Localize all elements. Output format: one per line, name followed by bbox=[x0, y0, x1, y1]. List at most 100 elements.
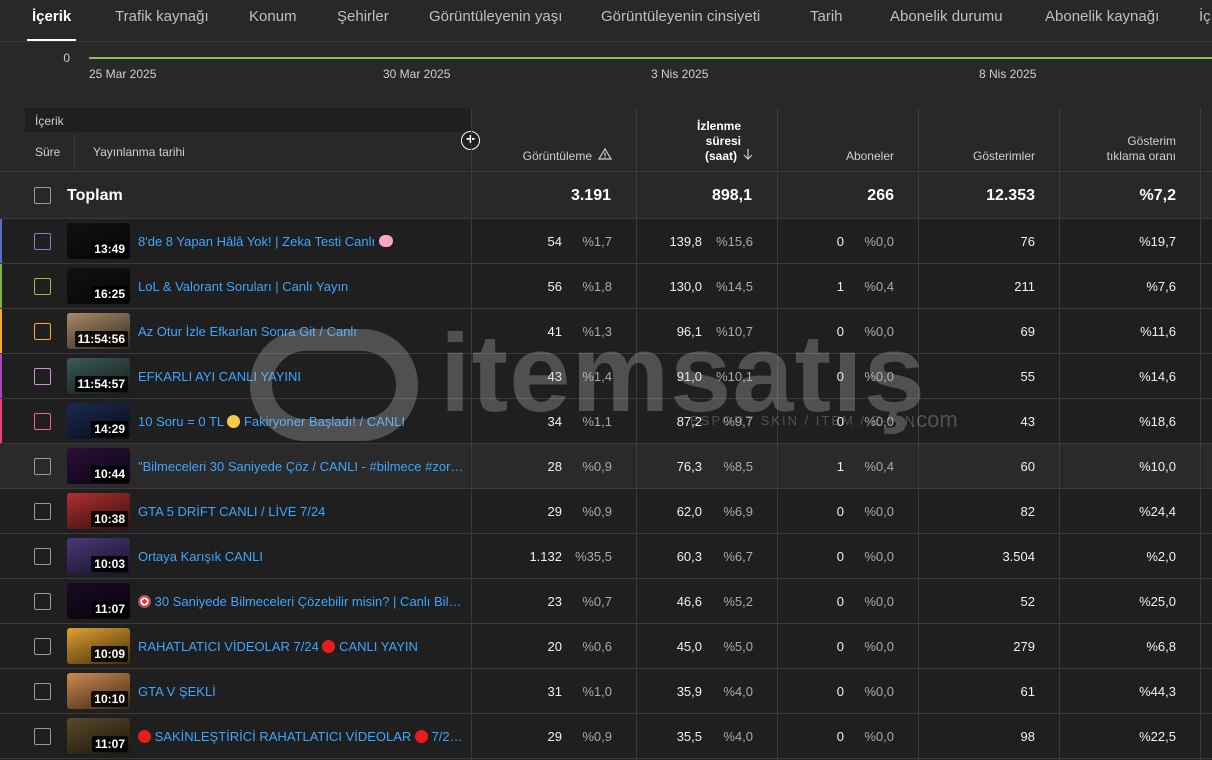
watch-time-value: 96,1 bbox=[676, 324, 702, 339]
video-thumbnail[interactable]: 11:07 bbox=[67, 718, 130, 754]
watch-time-percent: %6,7 bbox=[723, 549, 753, 564]
video-thumbnail[interactable]: 10:44 bbox=[67, 448, 130, 484]
video-thumbnail[interactable]: 11:07 bbox=[67, 583, 130, 619]
impressions-value: 52 bbox=[1020, 594, 1035, 609]
watch-time-value: 62,0 bbox=[676, 504, 702, 519]
tab-9[interactable]: İç bbox=[1199, 0, 1211, 41]
views-percent: %0,9 bbox=[582, 459, 612, 474]
table-row[interactable]: 11:54:56 Az Otur İzle Efkarlan Sonra Git … bbox=[0, 309, 1212, 354]
watch-time-header-line: İzlenme bbox=[696, 119, 741, 133]
subscribers-percent: %0,0 bbox=[864, 684, 894, 699]
row-checkbox[interactable] bbox=[34, 728, 51, 745]
row-checkbox[interactable] bbox=[34, 233, 51, 250]
video-title-link[interactable]: 10 Soru = 0 TL Fakiryoner Başladı! / CAN… bbox=[138, 399, 466, 444]
row-checkbox[interactable] bbox=[34, 323, 51, 340]
total-label: Toplam bbox=[67, 187, 123, 204]
tab-7[interactable]: Abonelik durumu bbox=[890, 0, 1003, 41]
video-title-link[interactable]: Ortaya Karışık CANLI bbox=[138, 534, 466, 579]
ctr-value: %2,0 bbox=[1146, 549, 1176, 564]
table-row[interactable]: 16:25 LoL & Valorant Soruları | Canlı Yay… bbox=[0, 264, 1212, 309]
video-title-link[interactable]: GTA V ŞEKLİ bbox=[138, 669, 466, 714]
dot-emoji-icon bbox=[322, 640, 336, 653]
watch-time-percent: %6,9 bbox=[723, 504, 753, 519]
video-thumbnail[interactable]: 10:38 bbox=[67, 493, 130, 529]
table-row[interactable]: 10:09 RAHATLATICI VİDEOLAR 7/24 CANLI YAY… bbox=[0, 624, 1212, 669]
video-title-link[interactable]: 30 Saniyede Bilmeceleri Çözebilir misin?… bbox=[138, 579, 466, 624]
video-title-link[interactable]: RAHATLATICI VİDEOLAR 7/24 CANLI YAYIN bbox=[138, 624, 466, 669]
row-checkbox[interactable] bbox=[34, 593, 51, 610]
video-title-link[interactable]: 8'de 8 Yapan Hâlâ Yok! | Zeka Testi Canl… bbox=[138, 219, 466, 264]
table-row[interactable]: 10:38 GTA 5 DRİFT CANLI / LİVE 7/24 29 %0,9… bbox=[0, 489, 1212, 534]
views-value: 28 bbox=[547, 459, 562, 474]
impressions-column-header[interactable]: Gösterimler bbox=[918, 108, 1059, 172]
video-duration-badge: 10:03 bbox=[91, 556, 128, 572]
ctr-column-header[interactable]: Gösterim tıklama oranı bbox=[1059, 108, 1200, 172]
watch-time-column-header[interactable]: İzlenme süresi (saat) bbox=[636, 108, 777, 172]
video-title-link[interactable]: Az Otur İzle Efkarlan Sonra Git / Canlı bbox=[138, 309, 466, 354]
table-row[interactable]: 13:49 8'de 8 Yapan Hâlâ Yok! | Zeka Testi… bbox=[0, 219, 1212, 264]
select-all-checkbox[interactable] bbox=[34, 187, 51, 204]
row-checkbox[interactable] bbox=[34, 548, 51, 565]
series-color-indicator bbox=[0, 309, 2, 353]
subscribers-percent: %0,0 bbox=[864, 369, 894, 384]
tab-1[interactable]: Trafik kaynağı bbox=[115, 0, 209, 41]
tab-4[interactable]: Görüntüleyenin yaşı bbox=[429, 0, 562, 41]
video-title-text: EFKARLI AYI CANLI YAYINI bbox=[138, 369, 302, 384]
table-row[interactable]: 10:03 Ortaya Karışık CANLI 1.132 %35,5 60,3%… bbox=[0, 534, 1212, 579]
row-checkbox[interactable] bbox=[34, 368, 51, 385]
row-checkbox[interactable] bbox=[34, 503, 51, 520]
table-row[interactable]: 10:44 "Bilmeceleri 30 Saniyede Çöz / CANL… bbox=[0, 444, 1212, 489]
tab-2[interactable]: Konum bbox=[249, 0, 297, 41]
views-value: 56 bbox=[547, 279, 562, 294]
subscribers-column-header[interactable]: Aboneler bbox=[777, 108, 918, 172]
tab-3[interactable]: Şehirler bbox=[337, 0, 389, 41]
video-duration-badge: 10:38 bbox=[91, 511, 128, 527]
video-title-link[interactable]: EFKARLI AYI CANLI YAYINI bbox=[138, 354, 466, 399]
watch-time-value: 35,5 bbox=[676, 729, 702, 744]
column-divider bbox=[918, 108, 919, 760]
video-duration-badge: 14:29 bbox=[91, 421, 128, 437]
video-thumbnail[interactable]: 10:10 bbox=[67, 673, 130, 709]
table-row[interactable]: 10:10 GTA V ŞEKLİ 31 %1,0 35,9 %4,0 0 %0,0 61 %44… bbox=[0, 669, 1212, 714]
row-checkbox[interactable] bbox=[34, 413, 51, 430]
tab-6[interactable]: Tarih bbox=[810, 0, 843, 41]
row-checkbox[interactable] bbox=[34, 278, 51, 295]
table-row[interactable]: 11:07 SAKİNLEŞTİRİCİ RAHATLATICI VİDEOLA… bbox=[0, 714, 1212, 759]
video-title-link[interactable]: LoL & Valorant Soruları | Canlı Yayın bbox=[138, 264, 466, 309]
row-checkbox[interactable] bbox=[34, 458, 51, 475]
video-thumbnail[interactable]: 11:54:57 bbox=[67, 358, 130, 394]
subscribers-percent: %0,0 bbox=[864, 324, 894, 339]
report-tabs: İçerik Trafik kaynağı Konum Şehirler Görüntü… bbox=[0, 0, 1212, 42]
views-percent: %1,8 bbox=[582, 279, 612, 294]
video-thumbnail[interactable]: 14:29 bbox=[67, 403, 130, 439]
video-thumbnail[interactable]: 16:25 bbox=[67, 268, 130, 304]
video-thumbnail[interactable]: 10:03 bbox=[67, 538, 130, 574]
views-percent: %1,7 bbox=[582, 234, 612, 249]
row-checkbox[interactable] bbox=[34, 683, 51, 700]
impressions-value: 3.504 bbox=[1002, 549, 1035, 564]
row-checkbox[interactable] bbox=[34, 638, 51, 655]
video-thumbnail[interactable]: 11:54:56 bbox=[67, 313, 130, 349]
table-row[interactable]: 11:07 30 Saniyede Bilmeceleri Çözebilir … bbox=[0, 579, 1212, 624]
views-percent: %35,5 bbox=[575, 549, 612, 564]
tab-0[interactable]: İçerik bbox=[26, 0, 77, 41]
tab-5[interactable]: Görüntüleyenin cinsiyeti bbox=[601, 0, 760, 41]
duration-column-header[interactable]: Süre bbox=[35, 145, 60, 159]
views-column-header[interactable]: Görüntüleme bbox=[471, 108, 636, 172]
content-column-header: İçerik Süre Yayınlanma tarihi bbox=[0, 108, 471, 172]
video-title-link[interactable]: "Bilmeceleri 30 Saniyede Çöz / CANLI - #… bbox=[138, 444, 466, 489]
video-duration-badge: 16:25 bbox=[91, 286, 128, 302]
header-divider bbox=[74, 134, 75, 172]
table-row[interactable]: 11:54:57 EFKARLI AYI CANLI YAYINI 43 %1,4 91… bbox=[0, 354, 1212, 399]
published-date-column-header[interactable]: Yayınlanma tarihi bbox=[93, 145, 185, 159]
tab-8[interactable]: Abonelik kaynağı bbox=[1045, 0, 1159, 41]
video-thumbnail[interactable]: 10:09 bbox=[67, 628, 130, 664]
total-impressions: 12.353 bbox=[986, 187, 1035, 204]
warning-icon[interactable] bbox=[597, 147, 613, 164]
video-title-link[interactable]: GTA 5 DRİFT CANLI / LİVE 7/24 bbox=[138, 489, 466, 534]
video-thumbnail[interactable]: 13:49 bbox=[67, 223, 130, 259]
table-row[interactable]: 14:29 10 Soru = 0 TL Fakiryoner Başladı! … bbox=[0, 399, 1212, 444]
x-tick-label: 3 Nis 2025 bbox=[651, 67, 709, 81]
video-title-link[interactable]: SAKİNLEŞTİRİCİ RAHATLATICI VİDEOLAR 7/24… bbox=[138, 714, 466, 759]
watch-time-percent: %8,5 bbox=[723, 459, 753, 474]
